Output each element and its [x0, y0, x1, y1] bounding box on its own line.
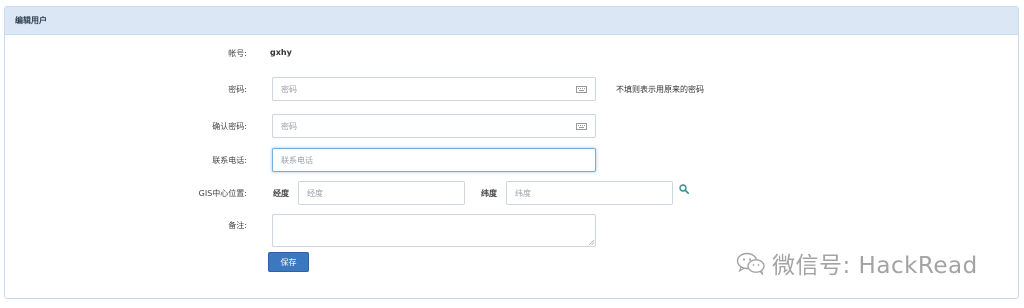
remark-textarea[interactable] — [272, 214, 596, 247]
resize-grip-icon[interactable] — [589, 240, 594, 245]
password-label: 密码: — [228, 85, 247, 94]
watermark: 微信号: HackRead — [736, 248, 978, 279]
latitude-input[interactable] — [506, 181, 673, 205]
latitude-label: 纬度 — [481, 189, 497, 198]
password-input[interactable] — [272, 77, 596, 101]
keyboard-icon[interactable] — [576, 86, 587, 93]
phone-input[interactable] — [272, 148, 596, 172]
confirm-password-label: 确认密码: — [212, 122, 247, 131]
watermark-text: 微信号: HackRead — [772, 253, 978, 279]
account-label: 帐号: — [228, 49, 247, 58]
wechat-icon — [736, 252, 765, 275]
account-value: gxhy — [270, 48, 292, 57]
longitude-input[interactable] — [298, 181, 465, 205]
save-button[interactable]: 保存 — [268, 252, 309, 272]
gis-label: GIS中心位置: — [198, 189, 247, 198]
password-hint: 不填则表示用原来的密码 — [616, 85, 704, 94]
longitude-label: 经度 — [273, 189, 289, 198]
search-icon[interactable] — [679, 184, 689, 194]
keyboard-icon[interactable] — [576, 123, 587, 130]
confirm-password-input[interactable] — [272, 114, 596, 138]
phone-label: 联系电话: — [212, 156, 247, 165]
remark-label: 备注: — [228, 221, 247, 230]
panel-title: 编辑用户 — [5, 7, 1018, 35]
